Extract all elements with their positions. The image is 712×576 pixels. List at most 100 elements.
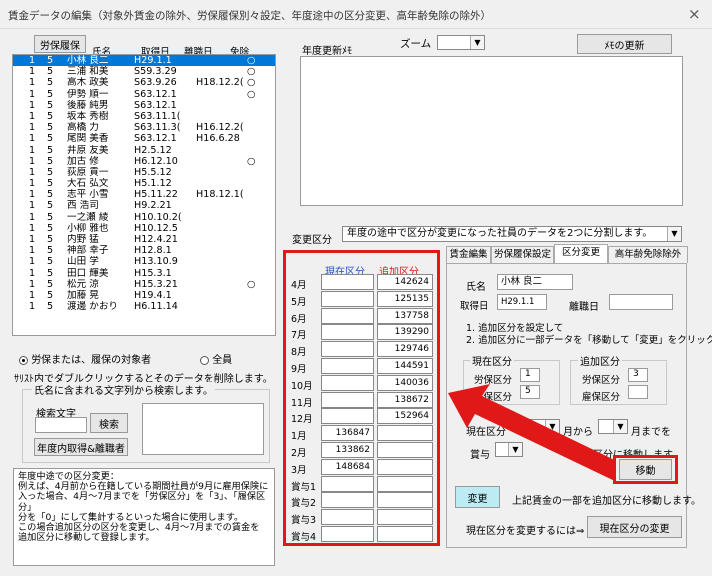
wage-current-field[interactable]	[321, 509, 374, 526]
wage-current-field[interactable]: 148684	[321, 458, 374, 475]
wage-added-field[interactable]	[377, 475, 433, 492]
list-item[interactable]: 1 5 後藤 純男 S63.12.1	[13, 100, 275, 111]
list-cell-b: 5	[47, 99, 54, 111]
add-emp-field[interactable]	[628, 385, 648, 399]
add-labor-field[interactable]: 3	[628, 368, 648, 382]
zoom-select[interactable]: ▼	[437, 35, 485, 50]
list-item[interactable]: 1 5 高木 政美 S63.9.26 H18.12.2(○	[13, 77, 275, 88]
search-button[interactable]: 検索	[90, 413, 128, 433]
wage-added-field[interactable]	[377, 425, 433, 442]
wage-added-field[interactable]	[377, 492, 433, 509]
bonus-select[interactable]: ▼	[495, 442, 523, 457]
tab-elderly-exempt[interactable]: 高年齢免除除外	[608, 246, 688, 263]
wage-added-field[interactable]: 152964	[377, 408, 433, 425]
wage-added-field[interactable]: 142624	[377, 274, 433, 290]
tab-wage-edit[interactable]: 賃金編集	[446, 246, 491, 263]
list-item[interactable]: 1 5 坂本 秀樹 S63.11.1(	[13, 111, 275, 122]
wage-current-field[interactable]	[321, 307, 374, 324]
list-item[interactable]: 1 5 渡邊 かおり H6.11.14	[13, 301, 275, 312]
list-cell-ex: ○	[247, 77, 256, 89]
wage-month-label: 11月	[291, 397, 313, 409]
wage-current-field[interactable]	[321, 290, 374, 307]
close-icon[interactable]: ×	[688, 5, 701, 23]
wage-added-field[interactable]: 137758	[377, 307, 433, 324]
list-item[interactable]: 1 5 一之瀬 綾 H10.10.2(	[13, 212, 275, 223]
wage-added-field[interactable]: 140036	[377, 374, 433, 391]
list-item[interactable]: 1 5 大石 弘文 H5.1.12	[13, 178, 275, 189]
wage-added-field[interactable]: 139290	[377, 324, 433, 341]
tab-category-change[interactable]: 区分変更	[554, 244, 608, 263]
list-item[interactable]: 1 5 加古 修 H6.12.10 ○	[13, 156, 275, 167]
radio-all-button[interactable]	[200, 355, 209, 365]
list-item[interactable]: 1 5 神部 幸子 H12.8.1	[13, 245, 275, 256]
radio-all[interactable]: 全員	[200, 351, 232, 366]
wage-current-field[interactable]	[321, 475, 374, 492]
employee-list[interactable]: 1 5 小林 良二 H29.1.1 ○ 1 5 三浦 和美 S59.3.29 ○ 1 5 高木 政美 S6…	[12, 54, 276, 336]
list-cell-hire: H12.4.21	[134, 234, 178, 245]
memo-update-button[interactable]: ﾒﾓの更新	[577, 34, 672, 54]
name-field[interactable]: 小林 良二	[497, 274, 573, 290]
list-item[interactable]: 1 5 内野 猛 H12.4.21	[13, 234, 275, 245]
wage-added-field[interactable]	[377, 442, 433, 458]
wage-current-field[interactable]	[321, 526, 374, 542]
list-item[interactable]: 1 5 高橋 力 S63.11.3(H16.12.2(	[13, 122, 275, 133]
wage-current-field[interactable]: 133862	[321, 442, 374, 458]
list-item[interactable]: 15 西 浩司 H9.2.21	[13, 200, 275, 211]
tab-insurance[interactable]: 労保履保設定	[491, 246, 554, 263]
wage-current-field[interactable]: 136847	[321, 425, 374, 442]
list-item[interactable]: 1 5 小林 良二 H29.1.1 ○	[13, 55, 275, 67]
change-button[interactable]: 変更	[455, 486, 500, 508]
list-item[interactable]: 1 5 松元 涼 H15.3.21 ○	[13, 279, 275, 290]
wage-current-field[interactable]	[321, 492, 374, 509]
year-list-button[interactable]: 年度内取得&離職者	[34, 438, 128, 456]
list-item[interactable]: 1 5 小柳 雅也 H10.12.5	[13, 223, 275, 234]
list-cell-a: 1	[29, 222, 36, 234]
help-line: 入った場合、4月～7月までを「労保区分」を「3」、「履保区分」	[18, 491, 266, 513]
wage-current-field[interactable]	[321, 374, 374, 391]
change-select[interactable]: 年度の途中で区分が変更になった社員のデータを2つに分割します。 ▼	[342, 226, 682, 242]
sort-button[interactable]: 労保履保	[34, 35, 86, 53]
chevron-down-icon: ▼	[470, 36, 484, 49]
search-results[interactable]	[142, 403, 264, 455]
list-cell-hire: H9.2.21	[134, 200, 172, 212]
wage-current-field[interactable]	[321, 341, 374, 358]
wage-added-field[interactable]: 125135	[377, 290, 433, 307]
wage-current-field[interactable]	[321, 274, 374, 290]
list-cell-a: 1	[29, 289, 36, 301]
wage-added-field[interactable]: 138672	[377, 391, 433, 408]
wage-added-field[interactable]: 144591	[377, 358, 433, 374]
list-cell-hire: H19.4.1	[134, 289, 172, 301]
change-current-button[interactable]: 現在区分の変更	[587, 516, 682, 538]
list-item[interactable]: 1 5 井原 友美 H2.5.12	[13, 145, 275, 156]
list-item[interactable]: 1 5 田口 輝美 H15.3.1	[13, 268, 275, 279]
list-item[interactable]: 1 5 加藤 晃 H19.4.1	[13, 290, 275, 301]
wage-current-field[interactable]	[321, 358, 374, 374]
wage-added-field[interactable]	[377, 509, 433, 526]
list-cell-a: 1	[29, 178, 36, 190]
list-cell-b: 5	[47, 256, 54, 268]
cur-labor-field[interactable]: 1	[520, 368, 540, 382]
wage-current-field[interactable]	[321, 324, 374, 341]
list-item[interactable]: 1 5 伊勢 順一 S63.12.1 ○	[13, 89, 275, 100]
radio-target-button[interactable]	[19, 355, 28, 365]
leave-field[interactable]	[609, 294, 673, 310]
memo-textarea[interactable]	[300, 56, 683, 206]
move-button[interactable]: 移動	[619, 459, 672, 480]
list-item[interactable]: 1 5 荻原 貢一 H5.5.12	[13, 167, 275, 178]
wage-added-field[interactable]: 129746	[377, 341, 433, 358]
list-cell-hire: H6.11.14	[134, 301, 178, 313]
add-labor-label: 労保区分	[582, 375, 621, 386]
radio-target[interactable]: 労保または、履保の対象者	[19, 351, 151, 366]
hire-field[interactable]: H29.1.1	[497, 294, 547, 310]
wage-current-field[interactable]	[321, 408, 374, 425]
list-item[interactable]: 1 5 尾関 美香 S63.12.1 H16.6.28	[13, 133, 275, 144]
list-item[interactable]: 1 5 山田 学 H13.10.9	[13, 256, 275, 267]
list-item[interactable]: 1 5 志平 小雪 H5.11.22 H18.12.1(	[13, 189, 275, 200]
wage-added-field[interactable]	[377, 458, 433, 475]
search-input[interactable]	[35, 417, 87, 433]
to-month-select[interactable]: ▼	[598, 419, 628, 434]
wage-current-field[interactable]	[321, 391, 374, 408]
list-item[interactable]: 1 5 三浦 和美 S59.3.29 ○	[13, 66, 275, 77]
cur-emp-field[interactable]: 5	[520, 385, 540, 399]
wage-added-field[interactable]	[377, 526, 433, 542]
